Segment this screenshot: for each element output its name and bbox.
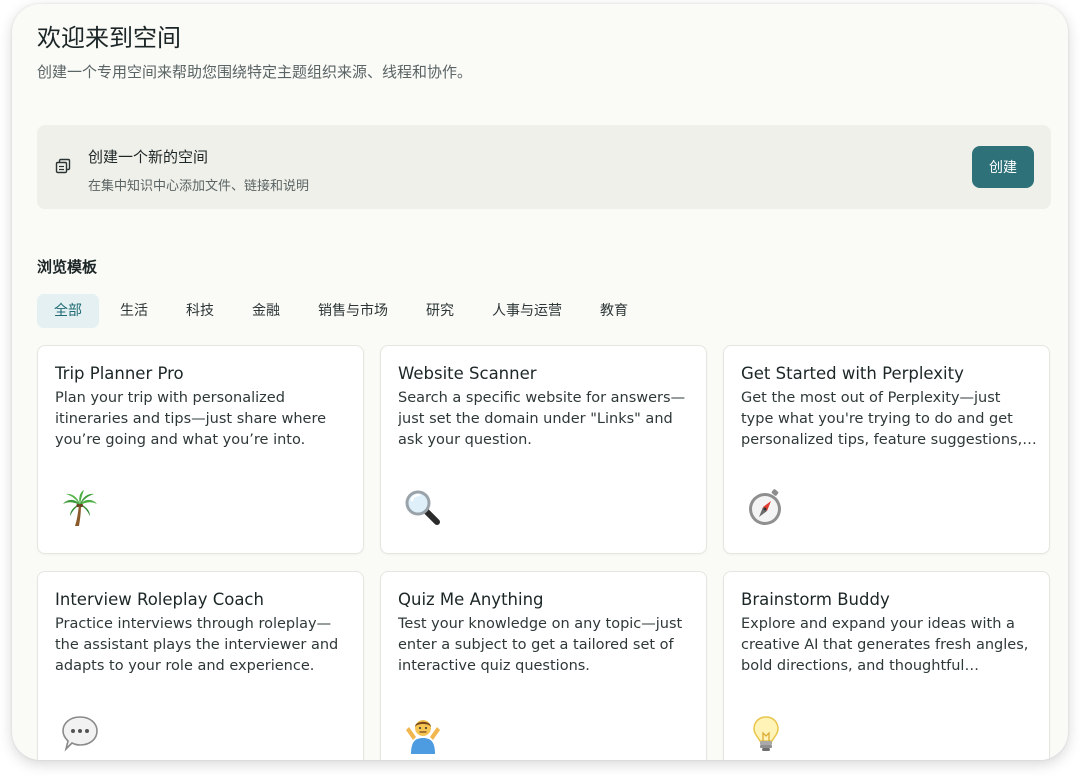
tab-education[interactable]: 教育 [583, 294, 645, 328]
template-description: Plan your trip with personalized itinera… [55, 390, 327, 448]
template-description: Practice interviews through roleplay—the… [55, 616, 339, 674]
palm-tree-icon [63, 490, 97, 526]
tab-finance[interactable]: 金融 [235, 294, 297, 328]
tab-life[interactable]: 生活 [103, 294, 165, 328]
template-title: Quiz Me Anything [398, 590, 544, 609]
template-title: Brainstorm Buddy [741, 590, 890, 609]
person-shrugging-icon [406, 720, 440, 754]
create-space-description: 在集中知识中心添加文件、链接和说明 [88, 179, 310, 194]
compass-icon [749, 489, 781, 525]
create-space-title: 创建一个新的空间 [88, 148, 209, 166]
template-title: Website Scanner [398, 364, 537, 383]
create-space-card[interactable]: 创建一个新的空间 在集中知识中心添加文件、链接和说明 创建 [37, 125, 1051, 209]
browse-templates-title: 浏览模板 [37, 258, 98, 276]
template-description: Get the most out of Perplexity—just type… [741, 390, 1023, 448]
template-description: Explore and expand your ideas with a cre… [741, 616, 1029, 674]
template-title: Trip Planner Pro [55, 364, 184, 383]
tab-tech[interactable]: 科技 [169, 294, 231, 328]
app-window: 欢迎来到空间 创建一个专用空间来帮助您围绕特定主题组织来源、线程和协作。 创建一… [12, 4, 1068, 760]
light-bulb-icon [753, 716, 779, 751]
tab-hr-operations[interactable]: 人事与运营 [475, 294, 579, 328]
template-card-get-started[interactable]: Get Started with Perplexity Get the most… [723, 345, 1050, 554]
speech-bubble-icon [62, 716, 98, 752]
template-description: Search a specific website for answers—ju… [398, 390, 686, 448]
create-button[interactable]: 创建 [972, 146, 1034, 188]
template-card-brainstorm-buddy[interactable]: Brainstorm Buddy Explore and expand your… [723, 571, 1050, 760]
template-title: Interview Roleplay Coach [55, 590, 264, 609]
magnifying-glass-icon [405, 490, 440, 525]
page-subtitle: 创建一个专用空间来帮助您围绕特定主题组织来源、线程和协作。 [37, 63, 473, 81]
stacked-squares-icon [55, 158, 71, 174]
template-card-trip-planner[interactable]: Trip Planner Pro Plan your trip with per… [37, 345, 364, 554]
page-title: 欢迎来到空间 [37, 24, 181, 52]
tab-sales-marketing[interactable]: 销售与市场 [301, 294, 405, 328]
tab-all[interactable]: 全部 [37, 294, 99, 328]
template-description: Test your knowledge on any topic—just en… [398, 616, 683, 674]
template-title: Get Started with Perplexity [741, 364, 964, 383]
template-category-tabs: 全部 生活 科技 金融 销售与市场 研究 人事与运营 教育 [37, 294, 649, 328]
template-card-website-scanner[interactable]: Website Scanner Search a specific websit… [380, 345, 707, 554]
template-card-interview-coach[interactable]: Interview Roleplay Coach Practice interv… [37, 571, 364, 760]
template-card-quiz-me[interactable]: Quiz Me Anything Test your knowledge on … [380, 571, 707, 760]
tab-research[interactable]: 研究 [409, 294, 471, 328]
